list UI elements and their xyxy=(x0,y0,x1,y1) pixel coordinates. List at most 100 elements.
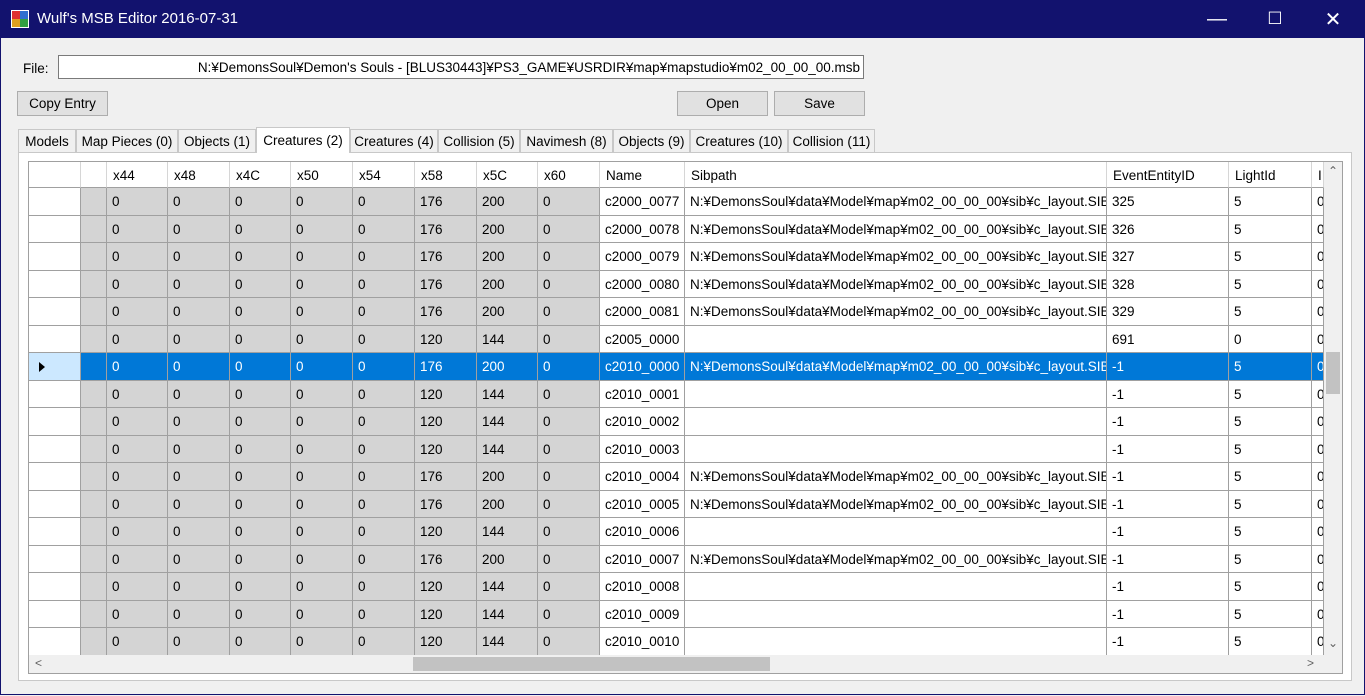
vertical-scroll-thumb[interactable] xyxy=(1326,352,1340,394)
table-cell-name[interactable]: c2000_0080 xyxy=(600,270,685,298)
table-cell-x54[interactable]: 0 xyxy=(353,325,415,353)
column-header-sibpath[interactable]: Sibpath xyxy=(685,162,1107,188)
table-cell-i[interactable]: 0 xyxy=(1312,353,1324,381)
table-cell-evententityid[interactable]: -1 xyxy=(1107,573,1229,601)
close-button[interactable]: ✕ xyxy=(1304,0,1362,38)
table-cell-x60[interactable]: 0 xyxy=(538,380,600,408)
column-header-x5c[interactable]: x5C xyxy=(477,162,538,188)
maximize-button[interactable]: ☐ xyxy=(1246,0,1304,38)
table-cell-sibpath[interactable] xyxy=(685,600,1107,628)
table-cell-evententityid[interactable]: 326 xyxy=(1107,215,1229,243)
table-row[interactable]: 0 0 0 0 0 176 200 0 c2010_0007 N:¥DemonsSoul¥data… xyxy=(29,545,1324,573)
table-cell-evententityid[interactable]: 691 xyxy=(1107,325,1229,353)
tab-map-pieces[interactable]: Map Pieces (0) xyxy=(76,129,178,152)
table-cell-evententityid[interactable]: 329 xyxy=(1107,298,1229,326)
table-cell-x60[interactable]: 0 xyxy=(538,215,600,243)
table-cell-name[interactable]: c2010_0001 xyxy=(600,380,685,408)
table-cell-i[interactable]: 0 xyxy=(1312,215,1324,243)
tab-objects-9[interactable]: Objects (9) xyxy=(613,129,690,152)
table-row[interactable]: 0 0 0 0 0 176 200 0 c2000_0080 N:¥DemonsSoul¥data… xyxy=(29,270,1324,298)
table-cell-x50[interactable]: 0 xyxy=(291,325,353,353)
file-path-input[interactable]: N:¥DemonsSoul¥Demon's Souls - [BLUS30443… xyxy=(58,55,864,79)
table-row[interactable]: 0 0 0 0 0 176 200 0 c2000_0077 N:¥DemonsSoul¥data… xyxy=(29,188,1324,216)
table-cell-x58[interactable]: 120 xyxy=(415,600,477,628)
table-cell-x50[interactable]: 0 xyxy=(291,215,353,243)
row-header[interactable] xyxy=(29,188,81,216)
table-cell-x4c[interactable]: 0 xyxy=(230,573,291,601)
table-cell-x54[interactable]: 0 xyxy=(353,573,415,601)
table-cell-lightid[interactable]: 5 xyxy=(1229,408,1312,436)
tab-objects-1[interactable]: Objects (1) xyxy=(178,129,256,152)
table-cell-x4c[interactable]: 0 xyxy=(230,435,291,463)
table-cell-x5c[interactable]: 200 xyxy=(477,490,538,518)
table-cell-x60[interactable]: 0 xyxy=(538,518,600,546)
table-cell-sibpath[interactable]: N:¥DemonsSoul¥data¥Model¥map¥m02_00_00_0… xyxy=(685,545,1107,573)
table-cell-x50[interactable]: 0 xyxy=(291,435,353,463)
table-cell-x60[interactable]: 0 xyxy=(538,463,600,491)
table-cell-name[interactable]: c2000_0081 xyxy=(600,298,685,326)
table-cell-x5c[interactable]: 200 xyxy=(477,188,538,216)
table-cell-x4c[interactable]: 0 xyxy=(230,325,291,353)
table-cell-lightid[interactable]: 5 xyxy=(1229,243,1312,271)
table-cell-x5c[interactable]: 200 xyxy=(477,270,538,298)
table-cell-evententityid[interactable]: -1 xyxy=(1107,380,1229,408)
table-cell-sibpath[interactable]: N:¥DemonsSoul¥data¥Model¥map¥m02_00_00_0… xyxy=(685,243,1107,271)
table-cell-x58[interactable]: 176 xyxy=(415,243,477,271)
table-cell-i[interactable]: 0 xyxy=(1312,600,1324,628)
row-header[interactable] xyxy=(29,600,81,628)
table-cell-x54[interactable]: 0 xyxy=(353,380,415,408)
table-cell-x4c[interactable]: 0 xyxy=(230,243,291,271)
table-cell-x5c[interactable]: 200 xyxy=(477,298,538,326)
table-cell-i[interactable]: 0 xyxy=(1312,408,1324,436)
table-cell-x5c[interactable]: 144 xyxy=(477,408,538,436)
table-cell-lightid[interactable]: 5 xyxy=(1229,353,1312,381)
table-cell-evententityid[interactable]: -1 xyxy=(1107,408,1229,436)
table-cell-name[interactable]: c2010_0000 xyxy=(600,353,685,381)
column-header-lightid[interactable]: LightId xyxy=(1229,162,1312,188)
table-cell-x54[interactable]: 0 xyxy=(353,600,415,628)
table-cell-x48[interactable]: 0 xyxy=(168,380,230,408)
table-cell-x48[interactable]: 0 xyxy=(168,243,230,271)
table-cell-evententityid[interactable]: -1 xyxy=(1107,435,1229,463)
table-cell-x48[interactable]: 0 xyxy=(168,490,230,518)
table-cell-x44[interactable]: 0 xyxy=(107,545,168,573)
table-cell-x4c[interactable]: 0 xyxy=(230,518,291,546)
table-cell-x48[interactable]: 0 xyxy=(168,325,230,353)
column-header-x44[interactable]: x44 xyxy=(107,162,168,188)
table-cell-x4c[interactable]: 0 xyxy=(230,380,291,408)
table-cell-name[interactable]: c2010_0005 xyxy=(600,490,685,518)
table-cell-sibpath[interactable]: N:¥DemonsSoul¥data¥Model¥map¥m02_00_00_0… xyxy=(685,188,1107,216)
table-cell-i[interactable]: 0 xyxy=(1312,463,1324,491)
table-cell-name[interactable]: c2010_0002 xyxy=(600,408,685,436)
table-cell-i[interactable]: 0 xyxy=(1312,490,1324,518)
row-header[interactable] xyxy=(29,435,81,463)
table-cell-x44[interactable]: 0 xyxy=(107,298,168,326)
table-row[interactable]: 0 0 0 0 0 176 200 0 c2000_0081 N:¥DemonsSoul¥data… xyxy=(29,298,1324,326)
table-cell-x58[interactable]: 176 xyxy=(415,353,477,381)
table-cell-x44[interactable]: 0 xyxy=(107,215,168,243)
table-cell-x60[interactable]: 0 xyxy=(538,600,600,628)
table-cell-i[interactable]: 0 xyxy=(1312,380,1324,408)
table-cell-evententityid[interactable]: -1 xyxy=(1107,600,1229,628)
table-cell-sibpath[interactable] xyxy=(685,380,1107,408)
table-cell-name[interactable]: c2010_0007 xyxy=(600,545,685,573)
column-header-evententityid[interactable]: EventEntityID xyxy=(1107,162,1229,188)
table-row[interactable]: 0 0 0 0 0 120 144 0 c2010_0003 -1 5 0 xyxy=(29,435,1324,463)
table-cell-name[interactable]: c2000_0077 xyxy=(600,188,685,216)
table-cell-name[interactable]: c2010_0010 xyxy=(600,628,685,656)
table-cell-x48[interactable]: 0 xyxy=(168,573,230,601)
table-cell-name[interactable]: c2010_0008 xyxy=(600,573,685,601)
row-header[interactable] xyxy=(29,215,81,243)
table-cell-lightid[interactable]: 5 xyxy=(1229,188,1312,216)
table-cell-lightid[interactable]: 5 xyxy=(1229,600,1312,628)
table-cell-x60[interactable]: 0 xyxy=(538,188,600,216)
table-cell-x54[interactable]: 0 xyxy=(353,435,415,463)
table-cell-x4c[interactable]: 0 xyxy=(230,408,291,436)
table-cell-x4c[interactable]: 0 xyxy=(230,298,291,326)
copy-entry-button[interactable]: Copy Entry xyxy=(17,91,108,116)
table-cell-x48[interactable]: 0 xyxy=(168,270,230,298)
table-cell-x50[interactable]: 0 xyxy=(291,628,353,656)
table-cell-x60[interactable]: 0 xyxy=(538,298,600,326)
table-cell-lightid[interactable]: 5 xyxy=(1229,545,1312,573)
table-cell-x48[interactable]: 0 xyxy=(168,298,230,326)
